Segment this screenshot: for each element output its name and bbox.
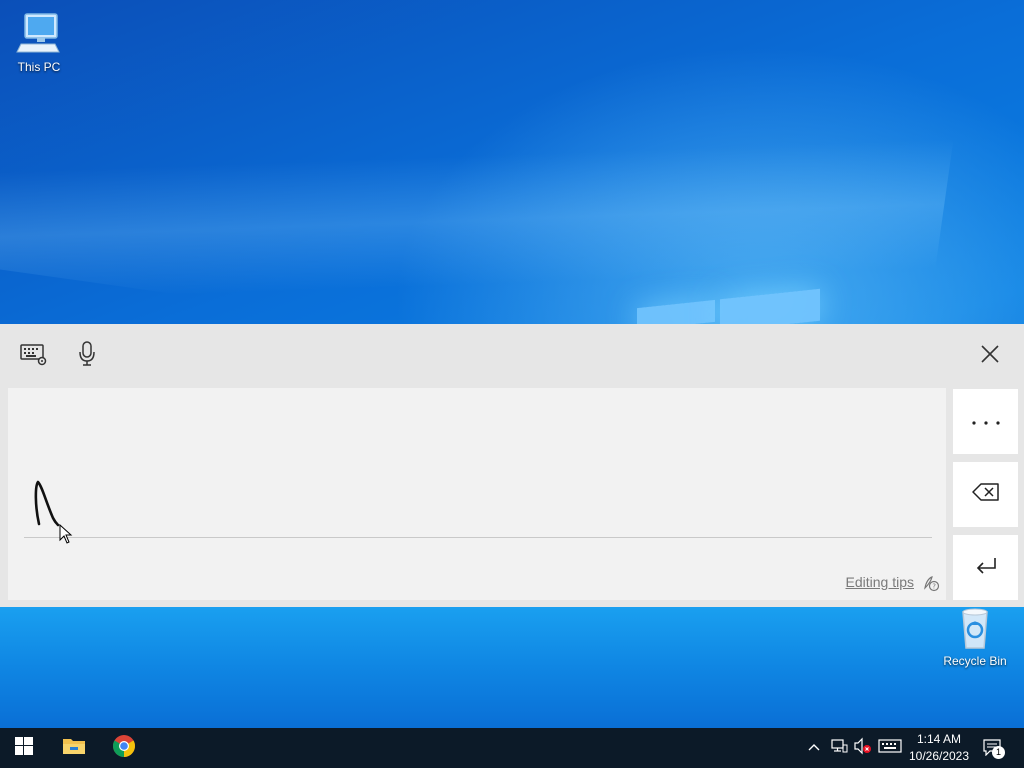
chrome-button[interactable] <box>100 728 148 768</box>
backspace-button[interactable] <box>953 462 1018 527</box>
start-icon <box>15 736 33 760</box>
enter-icon <box>974 555 998 580</box>
show-hidden-icons-button[interactable] <box>806 738 822 758</box>
recycle-bin-icon <box>951 604 999 652</box>
desktop-icon-recycle-bin[interactable]: Recycle Bin <box>937 604 1013 668</box>
taskbar: 1:14 AM 10/26/2023 1 <box>0 728 1024 768</box>
mouse-cursor <box>59 524 73 544</box>
file-explorer-button[interactable] <box>50 728 98 768</box>
handwriting-panel: Editing tips ? <box>0 324 1024 607</box>
svg-text:?: ? <box>932 583 936 591</box>
notification-icon: 1 <box>982 738 1006 759</box>
system-clock[interactable]: 1:14 AM 10/26/2023 <box>906 731 972 765</box>
this-pc-icon <box>15 10 63 58</box>
action-center-button[interactable]: 1 <box>981 738 1007 759</box>
desktop-icon-label: Recycle Bin <box>943 654 1007 668</box>
desktop-icon-this-pc[interactable]: This PC <box>1 10 77 74</box>
chevron-up-icon <box>807 739 821 757</box>
desktop-icon-label: This PC <box>17 60 61 74</box>
touch-keyboard-button[interactable] <box>878 738 902 758</box>
writing-baseline <box>24 537 932 538</box>
keyboard-icon <box>878 738 902 758</box>
clock-date: 10/26/2023 <box>908 749 970 763</box>
ellipsis-icon <box>971 413 1001 431</box>
clock-time: 1:14 AM <box>916 732 962 746</box>
handwriting-tips-icon[interactable]: ? <box>922 574 940 592</box>
volume-button[interactable] <box>853 737 873 760</box>
file-explorer-icon <box>62 736 86 761</box>
backspace-icon <box>971 482 1000 507</box>
handwriting-canvas[interactable]: Editing tips ? <box>8 388 946 600</box>
more-options-button[interactable] <box>953 389 1018 454</box>
network-icon <box>830 737 848 760</box>
keyboard-settings-button[interactable] <box>14 336 54 376</box>
editing-tips-link[interactable]: Editing tips <box>846 574 914 590</box>
wallpaper-lower-glow <box>0 606 1024 728</box>
close-button[interactable] <box>970 336 1010 376</box>
start-button[interactable] <box>0 728 48 768</box>
enter-button[interactable] <box>953 535 1018 600</box>
keyboard-settings-icon <box>20 342 48 371</box>
volume-muted-icon <box>853 737 873 760</box>
chrome-icon <box>112 734 136 763</box>
handwriting-toolbar <box>0 324 1024 388</box>
microphone-icon <box>77 340 97 373</box>
notification-count-badge: 1 <box>992 746 1005 759</box>
close-icon <box>980 344 1000 369</box>
network-button[interactable] <box>829 738 849 758</box>
microphone-button[interactable] <box>67 336 107 376</box>
